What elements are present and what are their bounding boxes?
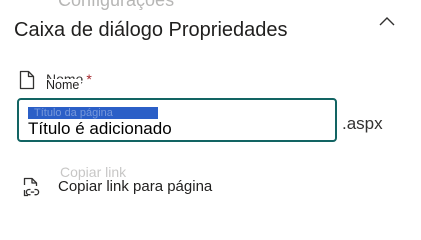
- selected-ghost-text: Título da página: [34, 107, 113, 119]
- copy-link-label: Copiar link para página: [58, 178, 213, 195]
- required-indicator: *: [86, 71, 92, 87]
- page-name-input[interactable]: Título da página Título é adicionado: [17, 98, 337, 142]
- copy-page-link-button[interactable]: Copiar link para página: [18, 170, 278, 202]
- page-name-value: Título é adicionado: [28, 119, 172, 138]
- collapse-button[interactable]: [373, 10, 401, 32]
- page-document-icon: [19, 70, 35, 90]
- panel-title: Caixa de diálogo Propriedades: [14, 19, 292, 42]
- text-selection-highlight: Título da página: [28, 107, 158, 119]
- file-extension-suffix: .aspx: [342, 114, 383, 133]
- chevron-up-icon: [379, 17, 395, 26]
- ghost-panel-title: Configurações: [58, 0, 175, 10]
- page-link-icon: [23, 177, 40, 197]
- name-floating-label: Nome: [44, 78, 82, 92]
